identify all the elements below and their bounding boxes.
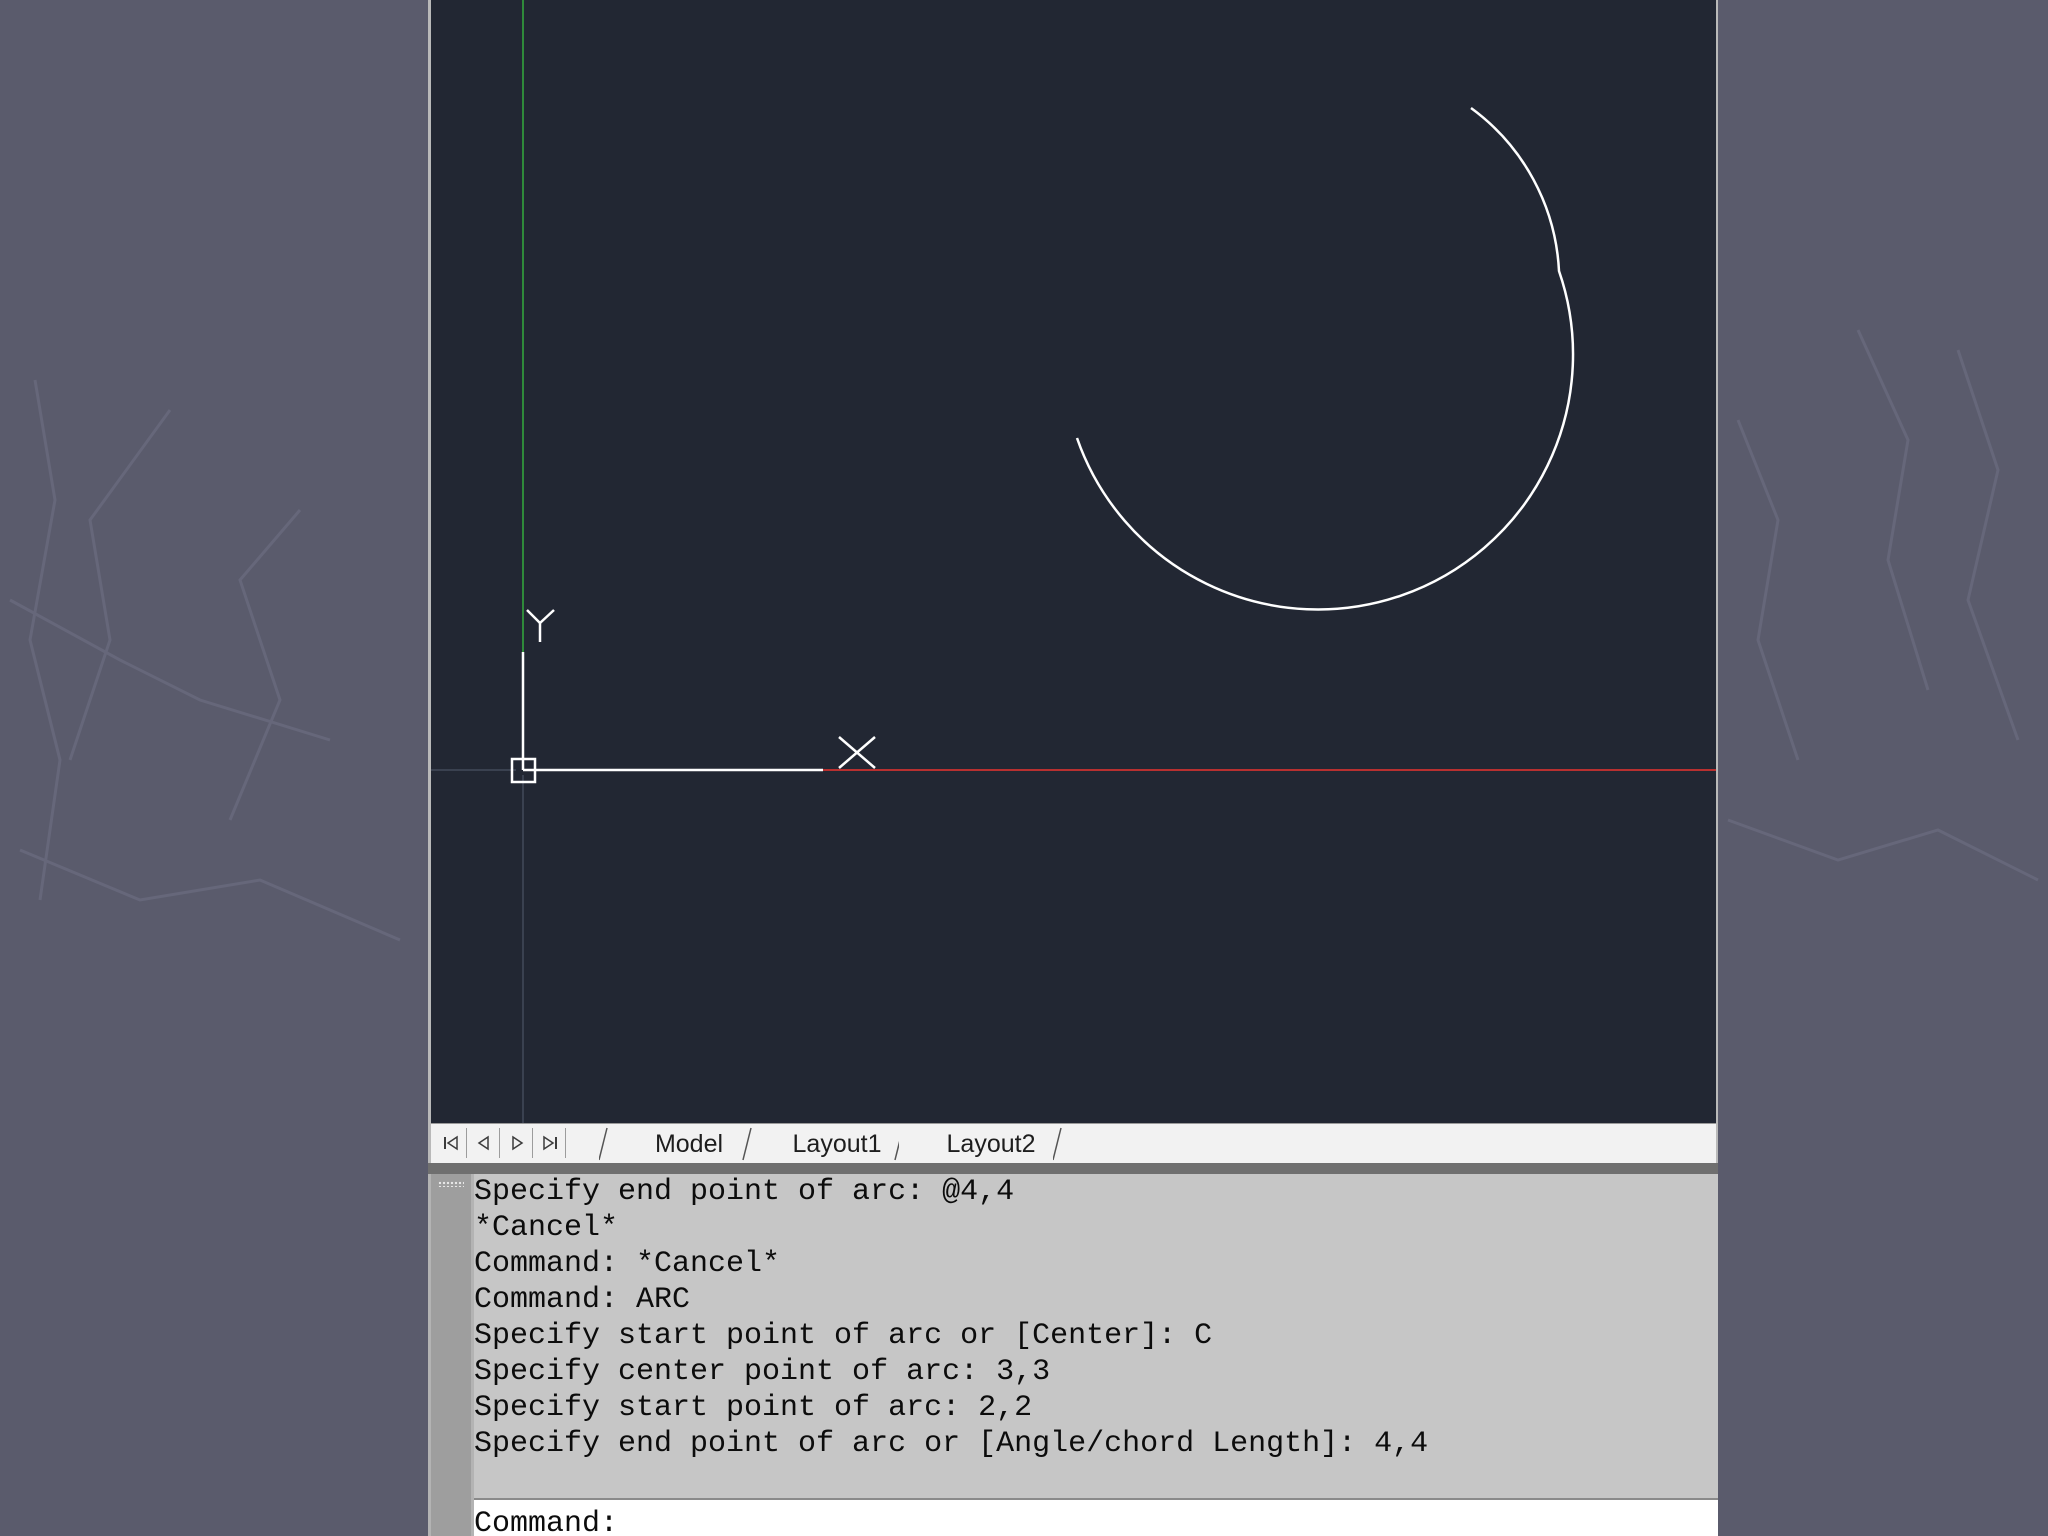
tab-separator-end — [1053, 1127, 1062, 1161]
previous-tab-icon — [477, 1135, 489, 1151]
next-tab-button[interactable] — [502, 1128, 533, 1158]
command-history: Specify end point of arc: @4,4 *Cancel* … — [474, 1174, 1718, 1498]
command-window-grip[interactable] — [431, 1174, 471, 1536]
first-tab-icon — [444, 1135, 458, 1151]
tab-model[interactable]: Model — [629, 1128, 749, 1160]
drawing-canvas[interactable] — [431, 0, 1716, 1123]
arc-entity[interactable] — [1075, 106, 1575, 611]
grip-dots-icon — [438, 1181, 464, 1187]
command-history-line: Command: *Cancel* — [474, 1247, 781, 1281]
layout-tab-bar: Model Layout1 Layout2 — [431, 1123, 1716, 1164]
command-history-line: Specify end point of arc: @4,4 — [474, 1175, 1015, 1209]
next-tab-icon — [512, 1135, 524, 1151]
last-tab-button[interactable] — [535, 1128, 566, 1158]
command-window: Specify end point of arc: @4,4 *Cancel* … — [428, 1174, 1718, 1536]
previous-tab-button[interactable] — [469, 1128, 500, 1158]
last-tab-icon — [543, 1135, 557, 1151]
command-history-line: Specify end point of arc or [Angle/chord… — [474, 1427, 1429, 1461]
command-history-line: Specify center point of arc: 3,3 — [474, 1355, 1051, 1389]
command-history-line: Command: ARC — [474, 1283, 691, 1317]
background-decoration-right — [1727, 329, 2039, 882]
ucs-icon — [510, 609, 876, 784]
command-input-field[interactable]: Command: — [474, 1498, 1718, 1536]
tab-layout2[interactable]: Layout2 — [927, 1128, 1055, 1160]
command-history-line: Specify start point of arc: 2,2 — [474, 1391, 1033, 1425]
cad-application-window: Model Layout1 Layout2 Specify end point … — [428, 0, 1718, 1536]
splitter-bar[interactable] — [428, 1163, 1718, 1174]
background-decoration-left — [9, 379, 401, 942]
tab-layout1[interactable]: Layout1 — [773, 1128, 901, 1160]
command-history-line: Specify start point of arc or [Center]: … — [474, 1319, 1213, 1353]
command-history-line: *Cancel* — [474, 1211, 619, 1245]
first-tab-button[interactable] — [436, 1128, 467, 1158]
